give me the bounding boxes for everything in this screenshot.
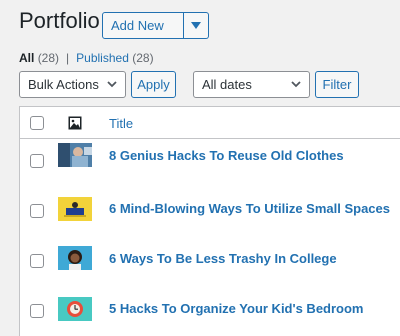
view-separator: | bbox=[66, 51, 70, 65]
post-title-link[interactable]: 6 Mind-Blowing Ways To Utilize Small Spa… bbox=[109, 201, 390, 216]
posts-table: Title 8 Genius Hacks To Reuse Old Clothe… bbox=[19, 106, 400, 336]
column-title-header[interactable]: Title bbox=[109, 116, 133, 131]
view-all-link[interactable]: All (28) bbox=[19, 51, 59, 65]
post-thumbnail[interactable] bbox=[58, 246, 92, 270]
view-filter-links: All (28) | Published (28) bbox=[19, 51, 154, 65]
add-new-dropdown-toggle[interactable] bbox=[184, 12, 209, 39]
date-filter-select[interactable]: All dates bbox=[193, 71, 310, 98]
table-row: 8 Genius Hacks To Reuse Old Clothes bbox=[20, 139, 400, 189]
post-thumbnail[interactable] bbox=[58, 143, 92, 167]
date-filter-value: All dates bbox=[202, 77, 252, 92]
filter-button[interactable]: Filter bbox=[315, 71, 359, 98]
view-published-link[interactable]: Published (28) bbox=[76, 51, 153, 65]
image-icon bbox=[68, 116, 82, 130]
small-spaces-thumbnail bbox=[58, 197, 92, 221]
clothes-thumbnail bbox=[58, 143, 92, 167]
view-all-count: (28) bbox=[37, 51, 60, 65]
table-row: 6 Ways To Be Less Trashy In College bbox=[20, 239, 400, 289]
college-thumbnail bbox=[58, 246, 92, 270]
post-title-link[interactable]: 5 Hacks To Organize Your Kid's Bedroom bbox=[109, 301, 363, 316]
bulk-actions-select[interactable]: Bulk Actions bbox=[19, 71, 126, 98]
chevron-down-icon bbox=[107, 81, 117, 88]
add-new-button[interactable]: Add New bbox=[102, 12, 184, 39]
row-checkbox[interactable] bbox=[30, 304, 44, 318]
row-checkbox[interactable] bbox=[30, 254, 44, 268]
view-published-count: (28) bbox=[132, 51, 154, 65]
apply-button[interactable]: Apply bbox=[131, 71, 176, 98]
page-title: Portfolio bbox=[19, 8, 100, 33]
post-thumbnail[interactable] bbox=[58, 297, 92, 321]
table-header: Title bbox=[20, 107, 400, 139]
table-row: 6 Mind-Blowing Ways To Utilize Small Spa… bbox=[20, 189, 400, 239]
add-new-group: Add New bbox=[102, 12, 209, 39]
post-title-link[interactable]: 6 Ways To Be Less Trashy In College bbox=[109, 251, 337, 266]
kids-bedroom-thumbnail bbox=[58, 297, 92, 321]
post-thumbnail[interactable] bbox=[58, 197, 92, 221]
chevron-down-icon bbox=[291, 81, 301, 88]
row-checkbox[interactable] bbox=[30, 154, 44, 168]
post-title-link[interactable]: 8 Genius Hacks To Reuse Old Clothes bbox=[109, 148, 344, 163]
bulk-actions-value: Bulk Actions bbox=[28, 77, 99, 92]
table-row: 5 Hacks To Organize Your Kid's Bedroom bbox=[20, 289, 400, 336]
chevron-down-icon bbox=[191, 22, 201, 29]
row-checkbox[interactable] bbox=[30, 204, 44, 218]
select-all-checkbox[interactable] bbox=[30, 116, 44, 130]
